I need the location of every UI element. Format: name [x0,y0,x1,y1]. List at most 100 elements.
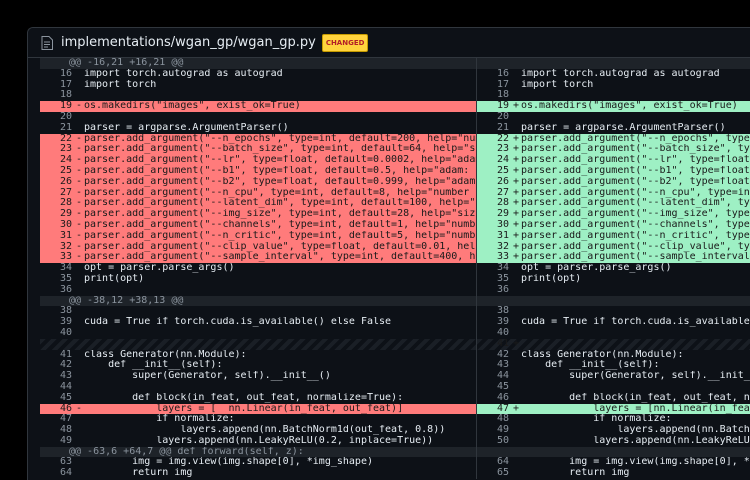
line-number[interactable]: 35 [477,274,509,285]
line-number[interactable]: 21 [477,123,509,134]
line-number[interactable]: 38 [477,306,509,317]
line-number[interactable]: 41 [40,350,72,361]
line-number[interactable]: 16 [40,69,72,80]
line-number[interactable]: 18 [40,90,72,101]
line-number[interactable]: 65 [477,468,509,479]
line-number[interactable]: 23 [477,144,509,155]
line-number[interactable]: 28 [40,198,72,209]
line-number[interactable]: 16 [477,69,509,80]
line-number[interactable]: 26 [40,177,72,188]
addition-marker: + [513,230,520,241]
context-marker [513,69,521,80]
line-number[interactable]: 20 [477,112,509,123]
line-number[interactable]: 49 [477,425,509,436]
line-number[interactable]: 49 [40,436,72,447]
diff-row: 36 36 [40,284,750,296]
line-number[interactable]: 30 [40,220,72,231]
line-number[interactable]: 39 [40,317,72,328]
line-number[interactable]: 33 [40,252,72,263]
left-code-cell: 47 if normalize: [40,414,477,426]
line-number[interactable]: 18 [477,90,509,101]
line-number[interactable]: 46 [40,404,72,415]
left-code-cell: 49 layers.append(nn.LeakyReLU(0.2, inpla… [40,435,477,447]
line-number[interactable]: 17 [477,80,509,91]
file-path-link[interactable]: implementations/wgan_gp/wgan_gp.py [61,35,316,50]
line-number[interactable]: 64 [477,457,509,468]
line-number[interactable]: 22 [477,134,509,145]
right-code-cell: 35 print(opt) [477,274,750,285]
line-number[interactable]: 42 [477,350,509,361]
context-marker [76,263,84,274]
deletion-marker: - [76,155,83,166]
line-number[interactable]: 38 [40,306,72,317]
hunk-header-row[interactable]: @@ -16,21 +16,21 @@ [40,58,750,69]
line-number[interactable]: 43 [477,360,509,371]
line-number[interactable]: 44 [477,371,509,382]
line-number[interactable]: 48 [477,414,509,425]
hunk-header-row[interactable]: @@ -38,12 +38,13 @@ [40,295,750,307]
left-code-cell: 64 return img [40,468,477,480]
line-number[interactable]: 31 [477,231,509,242]
hunk-header-spacer [477,58,750,69]
line-number[interactable]: 29 [40,209,72,220]
code-text: cuda = True if torch.cuda.is_available()… [521,317,750,328]
diff-row: 46- layers = [ nn.Linear(in_feat, out_fe… [40,403,750,415]
line-number[interactable]: 24 [477,155,509,166]
line-number[interactable]: 33 [477,252,509,263]
line-number[interactable]: 48 [40,425,72,436]
line-number[interactable]: 50 [477,436,509,447]
line-number[interactable]: 20 [40,112,72,123]
line-number[interactable]: 22 [40,134,72,145]
left-code-cell: 42 def __init__(self): [40,360,477,372]
line-number[interactable]: 45 [477,382,509,393]
line-number[interactable]: 31 [40,231,72,242]
line-number[interactable]: 25 [477,166,509,177]
line-number[interactable]: 63 [40,457,72,468]
left-code-cell: 32- parser.add_argument("--clip_value", t… [40,241,477,253]
line-number[interactable]: 44 [40,382,72,393]
right-code-cell: 18 [477,90,750,101]
line-number[interactable]: 27 [40,188,72,199]
line-number[interactable]: 25 [40,166,72,177]
left-code-cell: 43 super(Generator, self).__init__() [40,371,477,382]
line-number[interactable]: 43 [40,371,72,382]
line-number[interactable]: 32 [40,242,72,253]
diff-row: 19- os.makedirs("images", exist_ok=True) 1… [40,101,750,112]
left-code-cell: 40 [40,327,477,339]
line-number[interactable]: 23 [40,144,72,155]
hunk-header-row[interactable]: @@ -63,6 +64,7 @@ def forward(self, z): [40,446,750,458]
code-text: opt = parser.parse_args() [84,263,235,274]
line-number[interactable]: 30 [477,220,509,231]
line-number[interactable]: 24 [40,155,72,166]
line-number[interactable]: 19 [477,101,509,112]
context-marker [76,274,84,285]
line-number[interactable]: 40 [477,328,509,339]
line-number[interactable]: 45 [40,393,72,404]
line-number[interactable]: 47 [477,404,509,415]
line-number[interactable]: 26 [477,177,509,188]
inserted-line-row: 41 + [40,338,750,350]
line-number[interactable]: 36 [40,285,72,296]
line-number[interactable]: 47 [40,414,72,425]
line-number[interactable]: 34 [40,263,72,274]
line-number[interactable]: 42 [40,360,72,371]
line-number[interactable]: 17 [40,80,72,91]
line-number[interactable]: 34 [477,263,509,274]
left-code-cell: 20 [40,111,477,123]
line-number[interactable]: 29 [477,209,509,220]
diff-row: 25- parser.add_argument("--b1", type=floa… [40,165,750,177]
line-number[interactable]: 40 [40,328,72,339]
line-number[interactable]: 27 [477,188,509,199]
line-number[interactable]: 36 [477,285,509,296]
line-number[interactable]: 35 [40,274,72,285]
addition-marker: + [513,241,520,252]
line-number[interactable]: 64 [40,468,72,479]
line-number[interactable]: 41 [477,339,509,350]
line-number[interactable]: 46 [477,393,509,404]
line-number[interactable]: 32 [477,242,509,253]
line-number[interactable]: 21 [40,123,72,134]
line-number[interactable]: 39 [477,317,509,328]
line-number[interactable]: 28 [477,198,509,209]
left-code-cell: 38 [40,306,477,318]
line-number[interactable]: 19 [40,101,72,112]
